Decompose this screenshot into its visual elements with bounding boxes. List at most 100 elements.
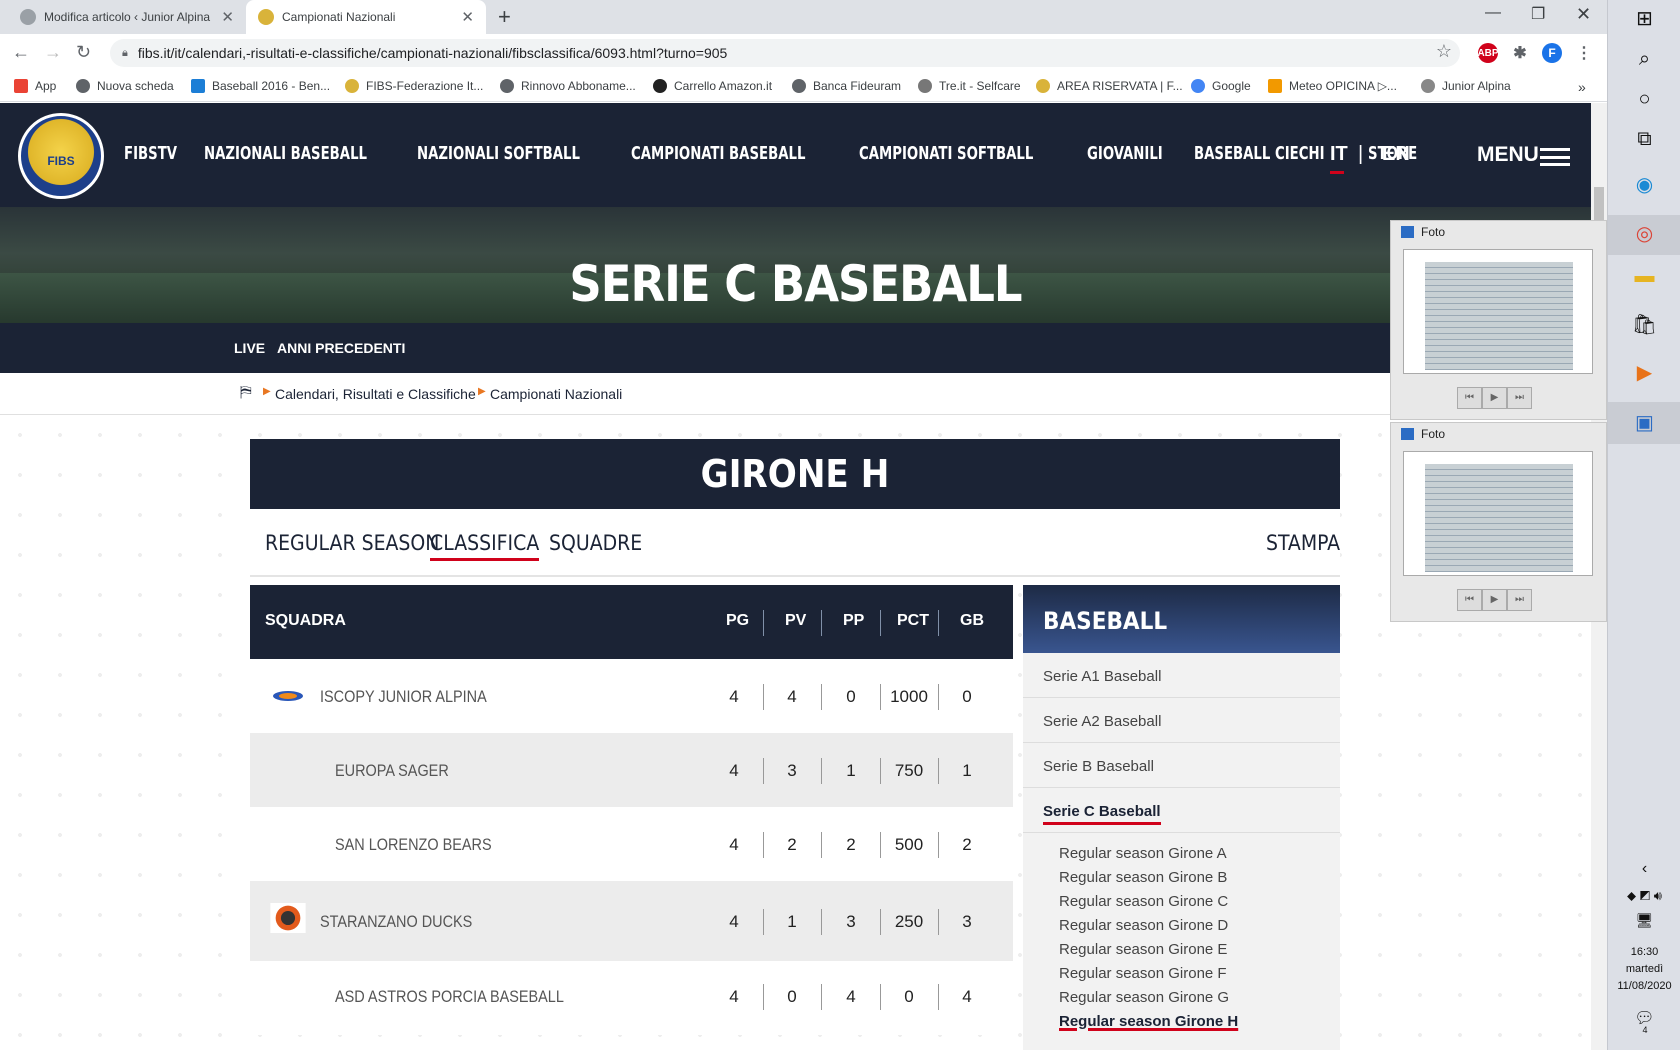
clock-time[interactable]: 16:30: [1608, 944, 1680, 961]
previous-icon[interactable]: ⏮: [1457, 589, 1482, 611]
browser-tab-active[interactable]: Campionati Nazionali ✕: [246, 0, 486, 34]
close-icon[interactable]: ✕: [221, 8, 234, 26]
bookmark-item[interactable]: Nuova scheda: [76, 79, 174, 93]
bookmark-item[interactable]: FIBS-Federazione It...: [345, 79, 483, 93]
print-button[interactable]: STAMPA: [1266, 531, 1340, 555]
previous-icon[interactable]: ⏮: [1457, 387, 1482, 409]
play-icon[interactable]: ▶: [1482, 589, 1507, 611]
menu-button[interactable]: MENU: [1477, 143, 1539, 167]
bookmark-item[interactable]: AREA RISERVATA | F...: [1036, 79, 1183, 93]
nav-item[interactable]: FIBSTV: [124, 143, 177, 164]
nav-item[interactable]: GIOVANILI: [1087, 143, 1163, 164]
submenu-item[interactable]: Regular season Girone F: [1059, 965, 1304, 989]
next-icon[interactable]: ⏭: [1507, 589, 1532, 611]
nav-item[interactable]: NAZIONALI BASEBALL: [204, 143, 367, 164]
sidebar-item-serie-a2[interactable]: Serie A2 Baseball: [1023, 698, 1340, 743]
bookmark-item[interactable]: Rinnovo Abboname...: [500, 79, 636, 93]
photos-app-icon[interactable]: ▣: [1608, 402, 1680, 444]
team-name[interactable]: EUROPA SAGER: [335, 761, 449, 781]
table-row[interactable]: ASD ASTROS PORCIA BASEBALL 4 0 4 0 4: [250, 961, 1013, 1035]
subnav-live[interactable]: LIVE: [234, 340, 265, 356]
play-icon[interactable]: ▶: [1482, 387, 1507, 409]
url-bar[interactable]: 🔒︎ fibs.it/it/calendari,-risultati-e-cla…: [110, 39, 1460, 67]
lang-en[interactable]: EN: [1382, 143, 1410, 166]
chevron-left-icon[interactable]: ‹: [1608, 860, 1680, 878]
bookmark-star-icon[interactable]: ☆: [1436, 41, 1452, 62]
scanned-document-image: [1425, 464, 1573, 572]
network-icon[interactable]: 🖥︎: [1608, 912, 1680, 929]
sidebar-item-label: Serie C Baseball: [1043, 803, 1161, 825]
edge-icon[interactable]: ◉: [1608, 172, 1680, 197]
sidebar-item-serie-b[interactable]: Serie B Baseball: [1023, 743, 1340, 788]
bookmark-item[interactable]: Banca Fideuram: [792, 79, 901, 93]
more-menu-icon[interactable]: ⋮: [1574, 43, 1594, 63]
nav-item[interactable]: BASEBALL CIECHI: [1194, 143, 1325, 164]
restore-icon[interactable]: ❐: [1531, 4, 1545, 24]
tab-squadre[interactable]: SQUADRE: [549, 531, 642, 555]
fibs-logo[interactable]: FIBS: [18, 113, 104, 199]
close-icon[interactable]: ✕: [461, 8, 474, 26]
profile-avatar[interactable]: F: [1542, 43, 1562, 63]
system-tray-icons[interactable]: ⬥ ◩ 🔊︎: [1608, 888, 1680, 904]
next-icon[interactable]: ⏭: [1507, 387, 1532, 409]
cell-pv: 4: [787, 687, 797, 706]
extensions-puzzle-icon[interactable]: ✱: [1510, 43, 1530, 63]
search-icon[interactable]: ⌕: [1608, 48, 1680, 71]
submenu-item[interactable]: Regular season Girone B: [1059, 869, 1304, 893]
preview-image[interactable]: [1403, 451, 1593, 576]
bookmark-item[interactable]: Tre.it - Selfcare: [918, 79, 1021, 93]
media-player-icon[interactable]: ▶: [1608, 360, 1680, 385]
hamburger-icon[interactable]: [1540, 148, 1570, 166]
bookmark-item[interactable]: Meteo OPICINA ▷...: [1268, 79, 1397, 93]
nav-item[interactable]: CAMPIONATI SOFTBALL: [859, 143, 1033, 164]
bookmark-item[interactable]: Junior Alpina: [1421, 79, 1511, 93]
team-name[interactable]: ISCOPY JUNIOR ALPINA: [320, 687, 487, 707]
minimize-icon[interactable]: —: [1485, 4, 1501, 22]
bookmarks-overflow-icon[interactable]: »: [1578, 79, 1586, 95]
table-row[interactable]: EUROPA SAGER 4 3 1 750 1: [250, 733, 1013, 807]
photos-preview-window[interactable]: Foto ⏮ ▶ ⏭: [1390, 422, 1607, 622]
tab-classifica[interactable]: CLASSIFICA: [430, 531, 540, 561]
back-arrow-icon[interactable]: ←: [12, 42, 30, 63]
nav-item[interactable]: CAMPIONATI BASEBALL: [631, 143, 805, 164]
new-tab-button[interactable]: +: [498, 4, 511, 30]
breadcrumb-item[interactable]: Campionati Nazionali: [490, 386, 622, 402]
lang-it[interactable]: IT: [1330, 143, 1348, 166]
submenu-item[interactable]: Regular season Girone C: [1059, 893, 1304, 917]
sidebar-item-serie-a1[interactable]: Serie A1 Baseball: [1023, 653, 1340, 698]
table-row[interactable]: ISCOPY JUNIOR ALPINA 4 4 0 1000 0: [250, 659, 1013, 733]
tab-regular-season[interactable]: REGULAR SEASON: [265, 531, 439, 555]
team-name[interactable]: STARANZANO DUCKS: [320, 912, 472, 932]
file-explorer-icon[interactable]: ▬: [1608, 265, 1680, 288]
adblock-extension-icon[interactable]: ABP: [1477, 43, 1499, 63]
preview-image[interactable]: [1403, 249, 1593, 374]
windows-start-icon[interactable]: ⊞: [1608, 6, 1680, 31]
submenu-item-active[interactable]: Regular season Girone H: [1059, 1013, 1304, 1037]
table-row[interactable]: SAN LORENZO BEARS 4 2 2 500 2: [250, 807, 1013, 881]
submenu-item[interactable]: Regular season Girone D: [1059, 917, 1304, 941]
cortana-icon[interactable]: ○: [1608, 88, 1680, 111]
bookmark-item[interactable]: Baseball 2016 - Ben...: [191, 79, 330, 93]
breadcrumb-item[interactable]: Calendari, Risultati e Classifiche: [275, 386, 476, 402]
reload-icon[interactable]: ↻: [76, 42, 91, 63]
sidebar-item-serie-c[interactable]: Serie C Baseball: [1023, 788, 1340, 833]
subnav-anni-precedenti[interactable]: ANNI PRECEDENTI: [277, 340, 405, 356]
photos-preview-window[interactable]: Foto ⏮ ▶ ⏭: [1390, 220, 1607, 420]
submenu-item[interactable]: Regular season Girone A: [1059, 845, 1304, 869]
team-name[interactable]: ASD ASTROS PORCIA BASEBALL: [335, 987, 564, 1007]
browser-tab[interactable]: Modifica articolo ‹ Junior Alpina ✕: [8, 0, 246, 34]
team-name[interactable]: SAN LORENZO BEARS: [335, 835, 492, 855]
forward-arrow-icon[interactable]: →: [44, 42, 62, 63]
bookmark-item[interactable]: Carrello Amazon.it: [653, 79, 772, 93]
home-icon[interactable]: ⛿: [240, 384, 252, 402]
nav-item[interactable]: NAZIONALI SOFTBALL: [417, 143, 580, 164]
task-view-icon[interactable]: ⧉: [1608, 128, 1680, 151]
submenu-item[interactable]: Regular season Girone G: [1059, 989, 1304, 1013]
bookmark-apps[interactable]: App: [14, 79, 56, 93]
bookmark-item[interactable]: Google: [1191, 79, 1251, 93]
table-row[interactable]: STARANZANO DUCKS 4 1 3 250 3: [250, 881, 1013, 961]
submenu-item[interactable]: Regular season Girone E: [1059, 941, 1304, 965]
window-close-icon[interactable]: ✕: [1576, 4, 1591, 25]
store-icon[interactable]: 🛍︎: [1608, 312, 1680, 337]
chrome-icon[interactable]: ◎: [1608, 215, 1680, 255]
